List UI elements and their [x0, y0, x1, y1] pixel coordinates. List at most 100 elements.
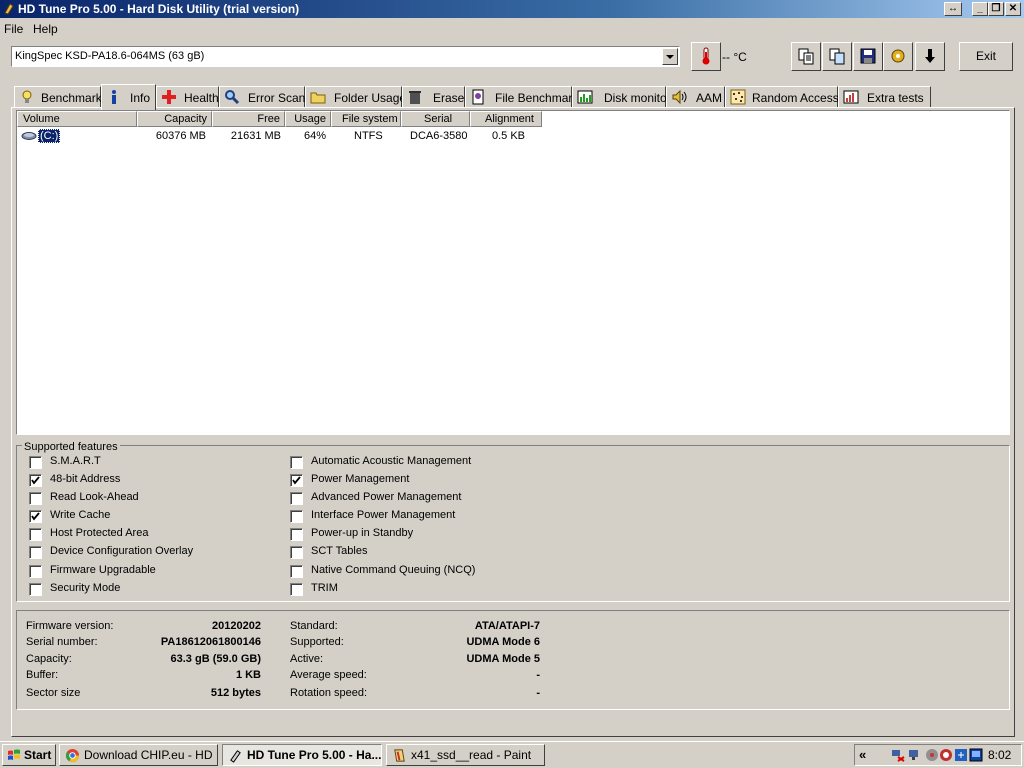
download-icon	[925, 49, 935, 63]
menu-file[interactable]: File	[4, 22, 23, 36]
tab-disk-monitor[interactable]: Disk monitor	[572, 86, 671, 108]
checkbox[interactable]	[290, 456, 303, 469]
checkbox[interactable]	[29, 528, 42, 541]
column-header-volume[interactable]: Volume	[17, 111, 137, 127]
column-header-alignment[interactable]: Alignment	[470, 111, 542, 127]
close-button[interactable]: ✕	[1005, 2, 1021, 16]
menu-bar: File Help	[0, 19, 1024, 37]
chrome-icon	[65, 748, 80, 763]
column-header-usage[interactable]: Usage	[285, 111, 331, 127]
feature-label: Write Cache	[50, 509, 111, 521]
aam-icon	[672, 89, 687, 105]
checkbox[interactable]	[290, 583, 303, 596]
copy-screenshot-button[interactable]	[822, 42, 852, 71]
temperature-button[interactable]	[691, 42, 721, 71]
chevron-down-icon[interactable]	[662, 48, 678, 65]
checkbox[interactable]	[29, 583, 42, 596]
exit-button[interactable]: Exit	[959, 42, 1013, 71]
network-icon[interactable]	[891, 748, 905, 762]
random-access-icon	[730, 89, 746, 105]
checkmark-icon	[31, 476, 40, 485]
feature-label: Advanced Power Management	[311, 491, 462, 503]
taskbar-item-hdtune[interactable]: HD Tune Pro 5.00 - Ha...	[222, 744, 382, 766]
tray-expand-button[interactable]: «	[859, 747, 866, 762]
tab-random-access[interactable]: Random Access	[725, 86, 839, 108]
checkbox-checked[interactable]	[290, 474, 303, 487]
drive-select[interactable]: KingSpec KSD-PA18.6-064MS (63 gB)	[11, 46, 680, 67]
paint-icon	[394, 749, 405, 762]
tab-label: Info	[130, 91, 151, 105]
thermometer-icon	[702, 47, 710, 65]
download-button[interactable]	[915, 42, 945, 71]
copy-text-button[interactable]	[791, 42, 821, 71]
save-button[interactable]	[853, 42, 883, 71]
menu-help[interactable]: Help	[33, 22, 58, 36]
supported-features-title: Supported features	[22, 441, 120, 453]
info-icon	[112, 90, 116, 104]
column-header-capacity[interactable]: Capacity	[137, 111, 212, 127]
header-label: File system	[342, 113, 398, 125]
checkbox[interactable]	[290, 528, 303, 541]
tab-label: Health	[184, 91, 219, 105]
taskbar-item-chrome[interactable]: Download CHIP.eu - HD ...	[59, 744, 218, 766]
tab-extra-tests[interactable]: Extra tests	[838, 86, 931, 108]
info-label: Capacity:	[26, 653, 72, 665]
tab-label: File Benchmark	[495, 91, 579, 105]
tab-info[interactable]: Info	[101, 84, 156, 110]
bluetooth-icon[interactable]	[954, 748, 968, 762]
header-label: Capacity	[164, 113, 207, 125]
checkbox[interactable]	[29, 565, 42, 578]
info-label: Supported:	[290, 636, 344, 648]
feature-label: Native Command Queuing (NCQ)	[311, 564, 476, 576]
checkbox[interactable]	[290, 492, 303, 505]
checkbox[interactable]	[290, 510, 303, 523]
display-icon[interactable]	[969, 748, 983, 762]
checkbox-checked[interactable]	[29, 510, 42, 523]
restore-button[interactable]: ❐	[988, 2, 1004, 16]
header-label: Usage	[294, 113, 326, 125]
network-connected-icon[interactable]	[908, 748, 922, 762]
tab-label: Extra tests	[867, 91, 924, 105]
info-label: Buffer:	[26, 669, 59, 681]
volume-serial: DCA6-3580	[410, 130, 468, 142]
checkbox[interactable]	[290, 565, 303, 578]
tab-error-scan[interactable]: Error Scan	[219, 86, 305, 108]
speaker-icon[interactable]	[925, 748, 939, 762]
security-icon[interactable]	[939, 748, 953, 762]
disk-monitor-icon	[577, 90, 593, 104]
feature-label: Power Management	[311, 473, 410, 485]
feature-label: Security Mode	[50, 582, 121, 594]
feature-label: 48-bit Address	[50, 473, 121, 485]
minimize-button[interactable]: _	[972, 2, 988, 16]
title-bar[interactable]: HD Tune Pro 5.00 - Hard Disk Utility (tr…	[0, 0, 1024, 18]
resize-icon[interactable]: ↔	[944, 2, 962, 16]
tab-label: Erase	[433, 91, 465, 105]
checkmark-icon	[292, 476, 301, 485]
taskbar-item-paint[interactable]: x41_ssd__read - Paint	[386, 744, 545, 766]
checkbox[interactable]	[29, 546, 42, 559]
column-header-serial[interactable]: Serial	[401, 111, 470, 127]
folder-usage-icon	[310, 92, 326, 104]
info-label: Serial number:	[26, 636, 98, 648]
checkbox[interactable]	[29, 492, 42, 505]
tab-label: Benchmark	[41, 91, 102, 105]
options-button[interactable]	[883, 42, 913, 71]
app-icon	[4, 3, 14, 15]
tab-health[interactable]: Health	[156, 86, 219, 108]
column-header-free[interactable]: Free	[212, 111, 285, 127]
volume-list[interactable]: Volume Capacity Free Usage File system S…	[16, 110, 1010, 435]
checkmark-icon	[31, 512, 40, 521]
tab-file-benchmark[interactable]: File Benchmark	[465, 86, 578, 108]
checkbox[interactable]	[290, 546, 303, 559]
tab-erase[interactable]: Erase	[402, 86, 465, 108]
checkbox-checked[interactable]	[29, 474, 42, 487]
benchmark-icon	[22, 90, 32, 103]
column-header-file-system[interactable]: File system	[331, 111, 401, 127]
tab-aam[interactable]: AAM	[666, 86, 725, 108]
start-button[interactable]: Start	[2, 744, 56, 766]
tab-folder-usage[interactable]: Folder Usage	[305, 86, 406, 108]
tab-benchmark[interactable]: Benchmark	[14, 86, 102, 108]
checkbox[interactable]	[29, 456, 42, 469]
tab-label: Random Access	[752, 91, 839, 105]
windows-logo-icon	[8, 749, 20, 760]
